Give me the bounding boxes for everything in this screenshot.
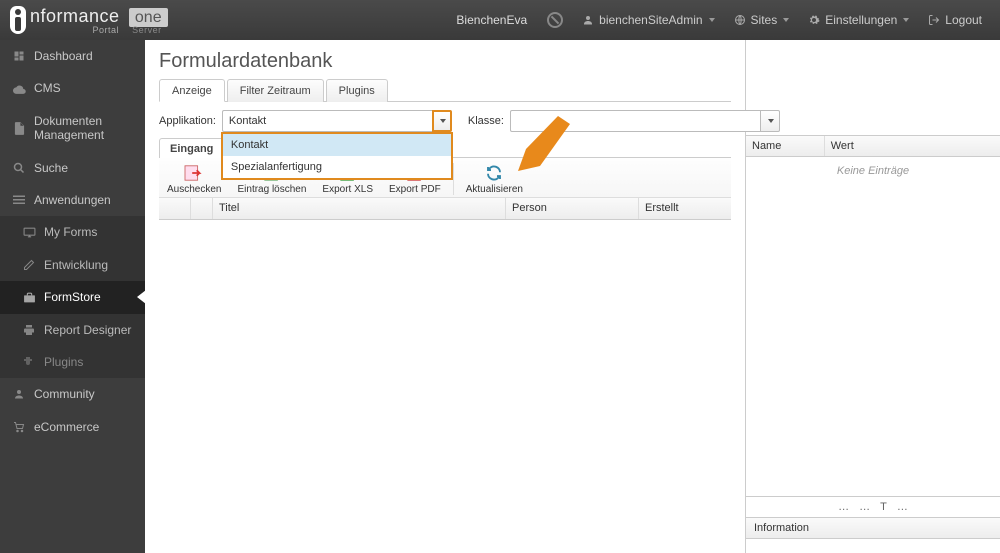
tool-auschecken[interactable]: Auschecken [159,161,229,197]
sidebar-item-search[interactable]: Suche [0,152,145,184]
sites-menu[interactable]: Sites [725,7,798,33]
detail-empty-text: Keine Einträge [746,157,1000,185]
brand-icon [10,6,26,34]
detail-col-wert[interactable]: Wert [825,136,922,156]
chevron-down-icon [440,119,446,123]
sidebar-item-ecommerce[interactable]: eCommerce [0,411,145,443]
gear-icon [807,13,821,27]
klasse-input[interactable] [510,110,760,132]
edit-icon [22,258,36,272]
dropdown-option-spezialanfertigung[interactable]: Spezialanfertigung [223,156,451,178]
chevron-down-icon [768,119,774,123]
detail-grid-header: Name Wert [746,135,1000,157]
sidebar-item-documents[interactable]: Dokumenten Management [0,105,145,152]
caret-down-icon [709,18,715,22]
data-grid-body [159,220,731,520]
topbar: nformance one Portal Server BienchenEva … [0,0,1000,40]
caret-down-icon [783,18,789,22]
sidebar-item-cms[interactable]: CMS [0,72,145,104]
dropdown-option-kontakt[interactable]: Kontakt [223,134,451,156]
right-panel: Name Wert Keine Einträge … … T … Informa… [745,40,1000,553]
search-icon [12,161,26,175]
menu-icon [12,193,26,207]
refresh-icon [481,163,507,183]
block-button[interactable] [539,6,571,34]
sidebar-item-development[interactable]: Entwicklung [0,249,145,281]
detail-tool-2[interactable]: … [859,501,870,513]
settings-menu[interactable]: Einstellungen [799,7,917,33]
brand-text: nformance [30,6,120,26]
grid-col-checkbox[interactable] [159,198,191,219]
globe-icon [733,13,747,27]
detail-tool-4[interactable]: … [897,501,908,513]
briefcase-icon [22,290,36,304]
klasse-label: Klasse: [468,115,504,127]
detail-tool-3[interactable]: T [880,501,887,513]
detail-toolbar: … … T … [746,496,1000,517]
sidebar-item-report-designer[interactable]: Report Designer [0,314,145,346]
grid-col-titel[interactable]: Titel [213,198,506,219]
applikation-input[interactable] [222,110,432,132]
user-icon [581,13,595,27]
applikation-dropdown-list: Kontakt Spezialanfertigung [221,132,453,180]
sidebar: Dashboard CMS Dokumenten Management Such… [0,40,145,553]
document-icon [12,121,26,135]
detail-col-name[interactable]: Name [746,136,825,156]
screen-icon [22,226,36,240]
grid-col-erstellt[interactable]: Erstellt [639,198,731,219]
klasse-combo[interactable] [510,110,780,132]
sidebar-item-formstore[interactable]: FormStore [0,281,145,313]
current-user-label: BienchenEva [446,13,537,27]
tab-plugins[interactable]: Plugins [326,79,388,102]
sidebar-item-plugins[interactable]: Plugins [0,346,145,378]
checkout-icon [181,163,207,183]
cart-icon [12,420,26,434]
data-grid-header: Titel Person Erstellt [159,198,731,220]
main-tabs: Anzeige Filter Zeitraum Plugins [159,79,731,102]
user-icon [12,387,26,401]
applikation-label: Applikation: [159,115,216,127]
print-icon [22,323,36,337]
page-title: Formulardatenbank [159,50,731,73]
applikation-combo[interactable]: Kontakt Spezialanfertigung [222,110,452,132]
brand-logo: nformance one Portal Server [10,6,168,35]
site-admin-menu[interactable]: bienchenSiteAdmin [573,7,722,33]
detail-tool-1[interactable]: … [838,501,849,513]
topbar-right: BienchenEva bienchenSiteAdmin Sites Eins… [446,6,990,34]
right-panel-footer: … … T … Information [746,496,1000,553]
klasse-dropdown-trigger[interactable] [760,110,780,132]
detail-col-extra [922,136,1000,156]
sidebar-item-community[interactable]: Community [0,378,145,410]
plugin-icon [22,355,36,369]
main: Formulardatenbank Anzeige Filter Zeitrau… [145,40,1000,553]
grid-col-person[interactable]: Person [506,198,639,219]
tab-filter-zeitraum[interactable]: Filter Zeitraum [227,79,324,102]
sidebar-item-myforms[interactable]: My Forms [0,216,145,248]
sidebar-item-dashboard[interactable]: Dashboard [0,40,145,72]
dashboard-icon [12,49,26,63]
block-icon [547,12,563,28]
subtab-eingang[interactable]: Eingang [159,138,224,158]
information-section-header[interactable]: Information [746,517,1000,539]
cloud-icon [12,82,26,96]
grid-col-expand [191,198,213,219]
applikation-dropdown-trigger[interactable] [432,110,452,132]
tool-refresh[interactable]: Aktualisieren [458,161,531,197]
filter-row: Applikation: Kontakt Spezialanfertigung … [159,110,731,132]
caret-down-icon [903,18,909,22]
sidebar-item-apps[interactable]: Anwendungen [0,184,145,216]
tab-anzeige[interactable]: Anzeige [159,79,225,102]
logout-icon [927,13,941,27]
logout-button[interactable]: Logout [919,7,990,33]
content-area: Formulardatenbank Anzeige Filter Zeitrau… [145,40,745,553]
